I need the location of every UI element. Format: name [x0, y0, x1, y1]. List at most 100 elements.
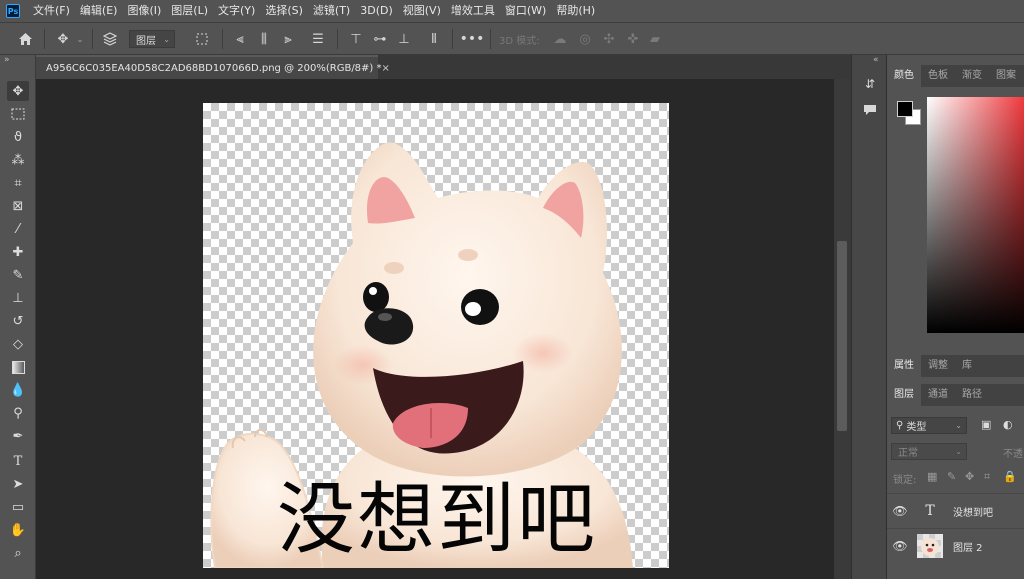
auto-select-target-dropdown[interactable]: 图层 ⌄	[129, 30, 175, 48]
align-bottom-icon[interactable]: ⊥	[395, 30, 413, 48]
collapsed-panels-strip: ⇵	[851, 55, 886, 579]
right-panels: « 颜色 色板 渐变 图案 属性 调整 库 图层 通道 路径 ⚲ 类型 ⌄ ▣ …	[873, 55, 1024, 579]
color-picker-field[interactable]	[927, 97, 1024, 333]
menu-view[interactable]: 视图(V)	[398, 0, 446, 22]
lock-position-icon[interactable]: ✥	[965, 470, 974, 483]
align-top-icon[interactable]: ⊤	[347, 30, 365, 48]
menu-edit[interactable]: 编辑(E)	[75, 0, 123, 22]
lock-transparent-pixels-icon[interactable]: ▦	[927, 470, 937, 483]
distribute-vertical-icon[interactable]: ⫴	[425, 30, 443, 48]
move-tool-icon[interactable]: ✥	[52, 30, 74, 48]
home-icon[interactable]	[14, 30, 36, 48]
properties-panel-tabs: 属性 调整 库	[887, 355, 1024, 377]
eraser-tool-icon[interactable]: ◇	[7, 334, 29, 354]
search-icon: ⚲	[896, 420, 904, 431]
menu-filter[interactable]: 滤镜(T)	[308, 0, 355, 22]
tab-paths[interactable]: 路径	[955, 384, 989, 406]
rectangle-tool-icon[interactable]: ▭	[7, 497, 29, 517]
align-left-icon[interactable]: ⫷	[231, 30, 249, 48]
filter-adjustment-layer-icon[interactable]: ◐	[1003, 418, 1013, 431]
lock-label: 锁定:	[893, 475, 917, 486]
dodge-tool-icon[interactable]: ⚲	[7, 403, 29, 423]
distribute-horizontal-icon[interactable]: ☰	[309, 30, 327, 48]
tab-gradients[interactable]: 渐变	[955, 65, 989, 87]
align-hcenter-icon[interactable]: ⫼	[255, 30, 273, 48]
pen-tool-icon[interactable]: ✒	[7, 426, 29, 446]
menu-bar: Ps 文件(F) 编辑(E) 图像(I) 图层(L) 文字(Y) 选择(S) 滤…	[0, 0, 1024, 22]
menu-file[interactable]: 文件(F)	[28, 0, 75, 22]
layer-row-text[interactable]: 👁 T 没想到吧	[887, 493, 1024, 528]
tab-swatches[interactable]: 色板	[921, 65, 955, 87]
lasso-tool-icon[interactable]: ϑ	[7, 127, 29, 147]
move-tool-icon[interactable]: ✥	[7, 81, 29, 101]
history-icon[interactable]: ⇵	[862, 75, 878, 93]
layers-panel-tabs: 图层 通道 路径	[887, 384, 1024, 406]
frame-tool-icon[interactable]: ⊠	[7, 196, 29, 216]
photoshop-logo: Ps	[6, 4, 20, 18]
tab-adjustments[interactable]: 调整	[921, 355, 955, 377]
canvas-area[interactable]: 没想到吧	[36, 79, 834, 579]
lock-artboard-icon[interactable]: ⌗	[984, 470, 990, 484]
menu-plugins[interactable]: 增效工具	[446, 0, 500, 22]
align-vcenter-icon[interactable]: ⊶	[371, 30, 389, 48]
blur-tool-icon[interactable]: 💧	[7, 380, 29, 400]
tools-panel: » ✥ ϑ ⁂ ⌗ ⊠ ⁄ ✚ ✎ ⊥ ↺ ◇ 💧 ⚲ ✒ T ➤ ▭ ✋ ⌕	[0, 55, 36, 579]
foreground-color-swatch[interactable]	[897, 101, 913, 117]
menu-window[interactable]: 窗口(W)	[500, 0, 551, 22]
tab-libraries[interactable]: 库	[955, 355, 979, 377]
transform-controls-icon[interactable]	[192, 30, 212, 48]
tab-layers[interactable]: 图层	[887, 384, 921, 406]
history-brush-tool-icon[interactable]: ↺	[7, 311, 29, 331]
menu-3d[interactable]: 3D(D)	[355, 0, 398, 22]
align-right-icon[interactable]: ⫸	[279, 30, 297, 48]
menu-select[interactable]: 选择(S)	[260, 0, 308, 22]
tool-preset-chevron-icon[interactable]: ⌄	[75, 30, 85, 48]
opacity-label: 不透	[1003, 449, 1023, 460]
marquee-tool-icon[interactable]	[7, 104, 29, 124]
close-icon[interactable]: ×	[382, 63, 390, 74]
tab-color[interactable]: 颜色	[887, 65, 921, 87]
healing-brush-tool-icon[interactable]: ✚	[7, 242, 29, 262]
more-options-icon[interactable]: •••	[460, 30, 485, 48]
menu-help[interactable]: 帮助(H)	[551, 0, 600, 22]
type-tool-icon[interactable]: T	[7, 451, 29, 471]
clone-stamp-tool-icon[interactable]: ⊥	[7, 288, 29, 308]
zoom-tool-icon[interactable]: ⌕	[7, 543, 29, 563]
path-selection-tool-icon[interactable]: ➤	[7, 474, 29, 494]
layer-name: 没想到吧	[953, 507, 993, 519]
chevron-down-icon: ⌄	[163, 34, 170, 44]
menu-type[interactable]: 文字(Y)	[213, 0, 260, 22]
document-canvas[interactable]: 没想到吧	[203, 103, 669, 568]
eye-icon[interactable]: 👁	[887, 504, 913, 518]
crop-tool-icon[interactable]: ⌗	[7, 173, 29, 193]
scrollbar-thumb[interactable]	[837, 241, 847, 431]
brush-tool-icon[interactable]: ✎	[7, 265, 29, 285]
gradient-tool-icon[interactable]	[7, 357, 29, 377]
3d-camera-icon: ▰	[650, 31, 660, 47]
menu-image[interactable]: 图像(I)	[122, 0, 166, 22]
tab-channels[interactable]: 通道	[921, 384, 955, 406]
eyedropper-tool-icon[interactable]: ⁄	[7, 219, 29, 239]
vertical-scrollbar[interactable]	[834, 79, 851, 579]
layer-row-image[interactable]: 👁 图层 2	[887, 528, 1024, 563]
tab-patterns[interactable]: 图案	[989, 65, 1023, 87]
comments-icon[interactable]	[862, 101, 878, 119]
magic-wand-tool-icon[interactable]: ⁂	[7, 150, 29, 170]
3d-orbit-icon: ☁	[553, 31, 567, 47]
hand-tool-icon[interactable]: ✋	[7, 520, 29, 540]
3d-slide-icon: ✜	[627, 31, 639, 47]
collapse-toolbar-icon[interactable]: »	[4, 55, 10, 65]
lock-image-pixels-icon[interactable]: ✎	[947, 470, 956, 483]
menu-layer[interactable]: 图层(L)	[166, 0, 213, 22]
collapse-panels-icon[interactable]: «	[873, 55, 879, 65]
filter-pixel-layer-icon[interactable]: ▣	[981, 418, 991, 431]
auto-select-icon[interactable]	[99, 30, 121, 48]
eye-icon[interactable]: 👁	[887, 539, 913, 553]
3d-mode-label: 3D 模式:	[499, 36, 540, 47]
lock-all-icon[interactable]: 🔒	[1003, 470, 1017, 483]
blend-mode-dropdown[interactable]: 正常 ⌄	[891, 443, 967, 460]
document-tab[interactable]: A956C6C035EA40D58C2AD68BD107066D.png @ 2…	[36, 55, 390, 79]
text-layer-caption[interactable]: 没想到吧	[267, 475, 607, 565]
tab-properties[interactable]: 属性	[887, 355, 921, 377]
layer-filter-dropdown[interactable]: ⚲ 类型 ⌄	[891, 417, 967, 434]
